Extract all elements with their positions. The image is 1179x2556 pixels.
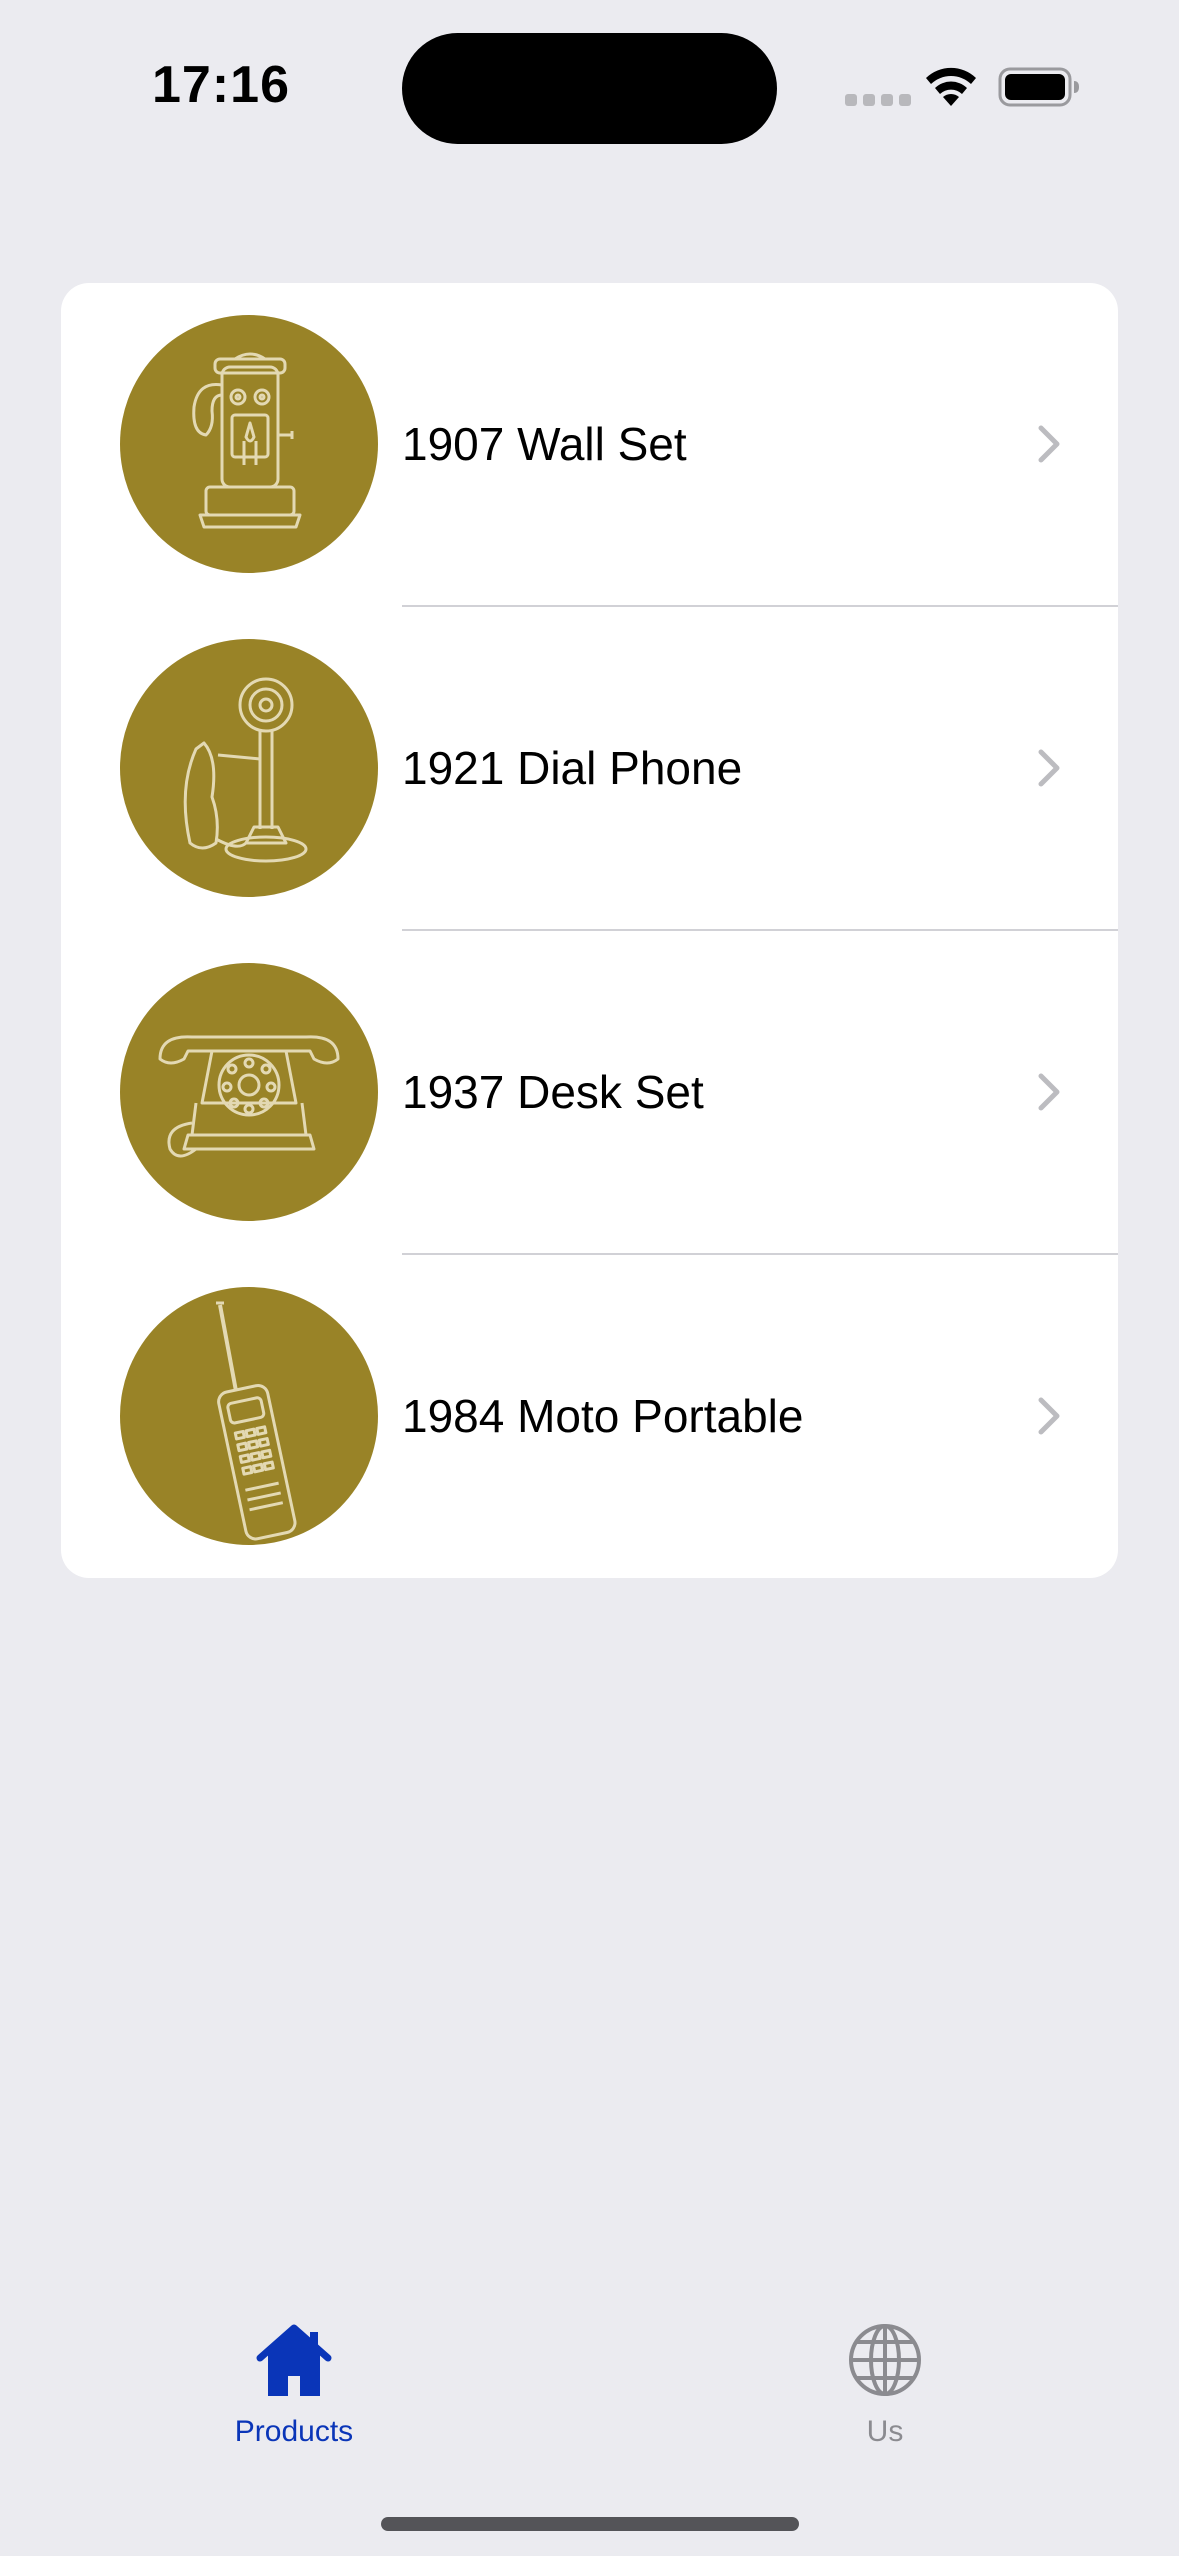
wifi-icon bbox=[926, 67, 976, 106]
candlestick-phone-icon bbox=[120, 639, 378, 897]
list-item-1984-moto-portable[interactable]: 1984 Moto Portable bbox=[61, 1255, 1118, 1578]
tab-products[interactable]: Products bbox=[174, 2320, 414, 2460]
tab-label: Products bbox=[234, 2415, 354, 2448]
home-indicator[interactable] bbox=[381, 2517, 799, 2531]
status-time: 17:16 bbox=[152, 56, 290, 114]
chevron-right-icon bbox=[1038, 749, 1060, 787]
product-label: 1937 Desk Set bbox=[402, 1066, 704, 1118]
list-item-1937-desk-set[interactable]: 1937 Desk Set bbox=[61, 931, 1118, 1255]
brick-mobile-phone-icon bbox=[120, 1287, 378, 1545]
chevron-right-icon bbox=[1038, 1073, 1060, 1111]
list-item-1921-dial-phone[interactable]: 1921 Dial Phone bbox=[61, 607, 1118, 931]
product-label: 1921 Dial Phone bbox=[402, 742, 743, 794]
dynamic-island bbox=[402, 33, 777, 144]
product-label: 1984 Moto Portable bbox=[402, 1390, 804, 1442]
product-list: 1907 Wall Set 1921 Dial Phone 1937 Desk … bbox=[61, 283, 1118, 1578]
chevron-right-icon bbox=[1038, 1397, 1060, 1435]
tab-us[interactable]: Us bbox=[765, 2320, 1005, 2460]
battery-icon bbox=[998, 67, 1079, 107]
chevron-right-icon bbox=[1038, 425, 1060, 463]
globe-icon bbox=[849, 2324, 921, 2396]
house-icon bbox=[256, 2324, 332, 2396]
list-item-1907-wall-set[interactable]: 1907 Wall Set bbox=[61, 283, 1118, 607]
rotary-desk-phone-icon bbox=[120, 963, 378, 1221]
cellular-signal-icon bbox=[845, 94, 911, 106]
tab-label: Us bbox=[866, 2415, 904, 2448]
product-label: 1907 Wall Set bbox=[402, 418, 687, 470]
wall-telephone-icon bbox=[120, 315, 378, 573]
